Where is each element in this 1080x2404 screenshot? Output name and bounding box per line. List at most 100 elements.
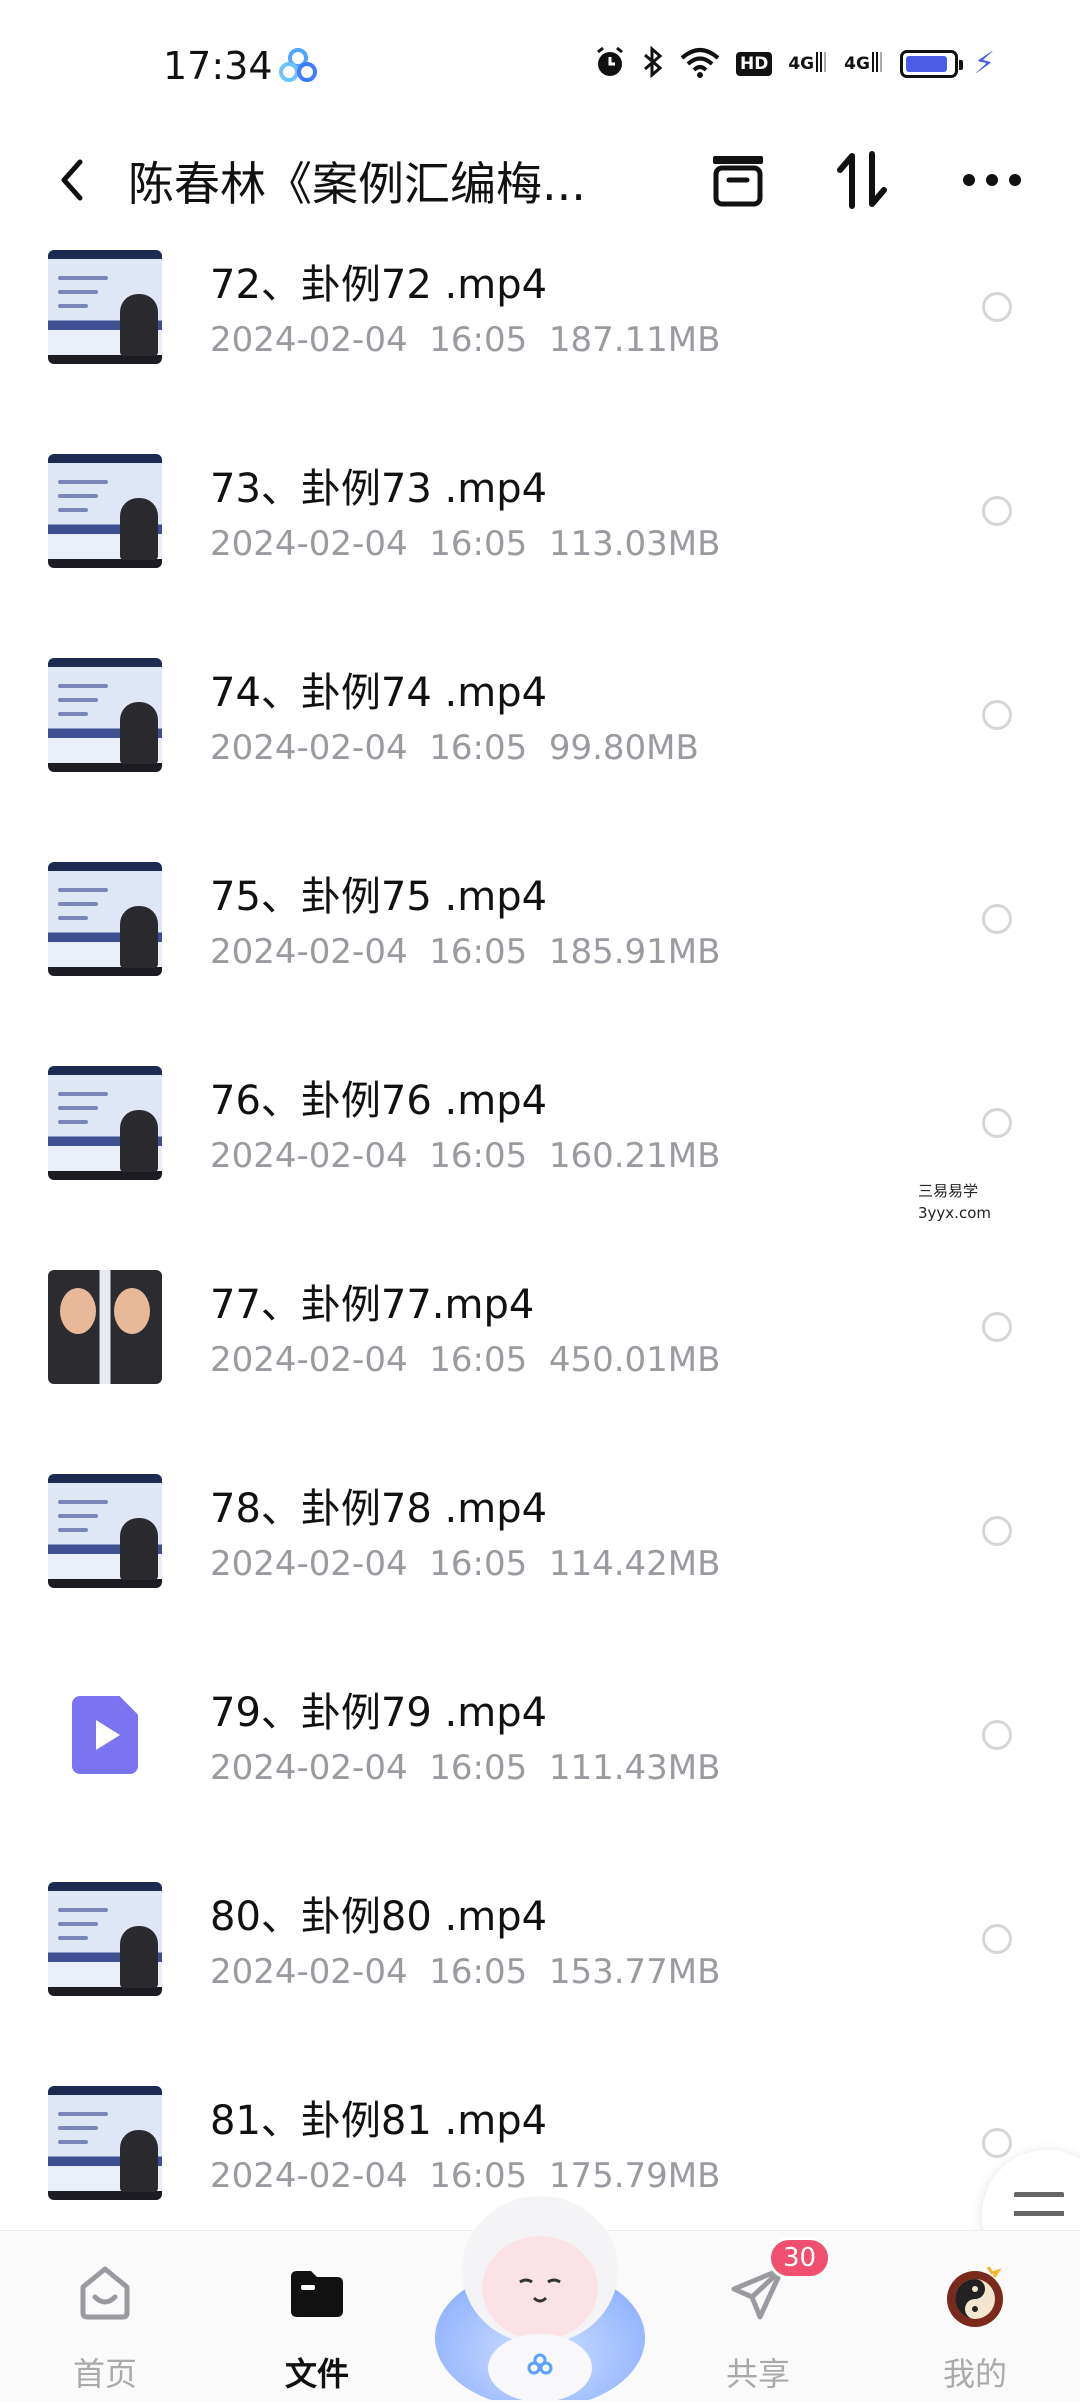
file-time: 16:05 bbox=[429, 1748, 528, 1788]
select-checkbox[interactable] bbox=[982, 292, 1012, 322]
file-name: 76、卦例76 .mp4 bbox=[210, 1078, 548, 1124]
select-checkbox[interactable] bbox=[982, 1312, 1012, 1342]
more-icon bbox=[963, 174, 1021, 186]
thumbnail-presenter bbox=[120, 1926, 158, 1988]
watermark-line1: 三易易学 bbox=[918, 1182, 979, 1200]
file-list[interactable]: 72、卦例72 .mp4 2024-02-04 16:05 187.11MB 73、… bbox=[0, 220, 1080, 2230]
net-label: 4G bbox=[844, 54, 870, 74]
file-time: 16:05 bbox=[429, 1340, 528, 1380]
thumbnail-line bbox=[58, 480, 108, 484]
file-time: 16:05 bbox=[429, 1544, 528, 1584]
thumbnail-presenter bbox=[120, 294, 158, 356]
more-button[interactable] bbox=[960, 148, 1024, 212]
file-date: 2024-02-04 bbox=[210, 1748, 408, 1788]
thumbnail-line bbox=[58, 1908, 108, 1912]
file-name: 72、卦例72 .mp4 bbox=[210, 262, 548, 308]
file-date: 2024-02-04 bbox=[210, 728, 408, 768]
file-row[interactable]: 80、卦例80 .mp4 2024-02-04 16:05 153.77MB bbox=[0, 1802, 1080, 2006]
thumbnail-line bbox=[58, 902, 98, 906]
file-row[interactable]: 74、卦例74 .mp4 2024-02-04 16:05 99.80MB bbox=[0, 578, 1080, 782]
signal-4g-icon: 4G bbox=[788, 52, 829, 74]
nav-files[interactable]: 文件 bbox=[247, 2231, 387, 2401]
file-row[interactable]: 72、卦例72 .mp4 2024-02-04 16:05 187.11MB bbox=[0, 220, 1080, 374]
file-row[interactable]: 78、卦例78 .mp4 2024-02-04 16:05 114.42MB bbox=[0, 1394, 1080, 1598]
thumbnail-line bbox=[58, 304, 88, 308]
file-name: 75、卦例75 .mp4 bbox=[210, 874, 548, 920]
file-row[interactable]: 79、卦例79 .mp4 2024-02-04 16:05 111.43MB bbox=[0, 1598, 1080, 1802]
video-thumbnail bbox=[48, 1270, 162, 1384]
archive-icon bbox=[713, 156, 763, 207]
chevron-left-icon bbox=[61, 159, 83, 201]
thumbnail-presenter bbox=[120, 1518, 158, 1580]
select-checkbox[interactable] bbox=[982, 904, 1012, 934]
thumbnail-line bbox=[58, 276, 108, 280]
select-checkbox[interactable] bbox=[982, 496, 1012, 526]
file-row[interactable]: 75、卦例75 .mp4 2024-02-04 16:05 185.91MB bbox=[0, 782, 1080, 986]
header: 陈春林《案例汇编梅... bbox=[0, 140, 1080, 220]
mascot-icon bbox=[435, 2196, 645, 2404]
thumbnail-face bbox=[60, 1288, 96, 1334]
thumbnail-presenter bbox=[120, 702, 158, 764]
file-row[interactable]: 73、卦例73 .mp4 2024-02-04 16:05 113.03MB bbox=[0, 374, 1080, 578]
file-meta: 2024-02-04 16:05 160.21MB bbox=[210, 1136, 720, 1176]
file-name: 74、卦例74 .mp4 bbox=[210, 670, 548, 716]
file-size: 187.11MB bbox=[548, 320, 721, 360]
nav-share[interactable]: 30 共享 bbox=[688, 2231, 832, 2401]
file-time: 16:05 bbox=[429, 728, 528, 768]
file-size: 113.03MB bbox=[548, 524, 721, 564]
page-title: 陈春林《案例汇编梅... bbox=[128, 157, 586, 211]
select-checkbox[interactable] bbox=[982, 2128, 1012, 2158]
signal-4g-icon: 4G bbox=[844, 52, 884, 74]
select-checkbox[interactable] bbox=[982, 1720, 1012, 1750]
nav-profile[interactable]: 我的 bbox=[905, 2231, 1045, 2401]
file-meta: 2024-02-04 16:05 450.01MB bbox=[210, 1340, 720, 1380]
thumbnail-line bbox=[58, 712, 88, 716]
folder-icon bbox=[291, 2271, 343, 2317]
thumbnail-line bbox=[58, 2112, 108, 2116]
thumbnail-line bbox=[58, 888, 108, 892]
select-checkbox[interactable] bbox=[982, 1516, 1012, 1546]
watermark-line2: 3yyx.com bbox=[918, 1204, 991, 1222]
home-icon bbox=[80, 2266, 130, 2320]
net-label: 4G bbox=[788, 54, 815, 74]
file-meta: 2024-02-04 16:05 187.11MB bbox=[210, 320, 720, 360]
file-date: 2024-02-04 bbox=[210, 2156, 408, 2196]
video-thumbnail bbox=[48, 1066, 162, 1180]
nav-share-label: 共享 bbox=[725, 2355, 790, 2393]
file-name: 77、卦例77.mp4 bbox=[210, 1282, 535, 1328]
thumbnail-line bbox=[58, 1514, 98, 1518]
file-date: 2024-02-04 bbox=[210, 1340, 408, 1380]
select-checkbox[interactable] bbox=[982, 700, 1012, 730]
mascot-assistant-button[interactable] bbox=[430, 2178, 650, 2404]
file-time: 16:05 bbox=[429, 1136, 528, 1176]
thumbnail-line bbox=[58, 2140, 88, 2144]
file-date: 2024-02-04 bbox=[210, 1952, 408, 1992]
sort-button[interactable] bbox=[830, 148, 894, 212]
thumbnail-line bbox=[58, 1120, 88, 1124]
thumbnail-line bbox=[58, 698, 98, 702]
video-thumbnail bbox=[48, 862, 162, 976]
file-date: 2024-02-04 bbox=[210, 524, 408, 564]
app-cloud-icon bbox=[278, 48, 318, 88]
thumbnail-line bbox=[58, 494, 98, 498]
back-button[interactable] bbox=[50, 152, 100, 208]
nav-home[interactable]: 首页 bbox=[35, 2231, 175, 2401]
file-size: 111.43MB bbox=[548, 1748, 721, 1788]
status-bar: 17:34 HD 4G 4G ⚡ bbox=[0, 0, 1080, 140]
video-thumbnail bbox=[48, 454, 162, 568]
file-size: 160.21MB bbox=[548, 1136, 721, 1176]
file-time: 16:05 bbox=[429, 524, 528, 564]
file-row[interactable]: 76、卦例76 .mp4 2024-02-04 16:05 160.21MB bbox=[0, 986, 1080, 1190]
thumbnail-line bbox=[58, 1500, 108, 1504]
file-size: 99.80MB bbox=[548, 728, 699, 768]
file-time: 16:05 bbox=[429, 1952, 528, 1992]
thumbnail-line bbox=[58, 1106, 98, 1110]
avatar-icon bbox=[947, 2266, 1003, 2327]
thumbnail-line bbox=[58, 684, 108, 688]
select-checkbox[interactable] bbox=[982, 1108, 1012, 1138]
video-thumbnail bbox=[48, 2086, 162, 2200]
select-checkbox[interactable] bbox=[982, 1924, 1012, 1954]
archive-button[interactable] bbox=[706, 148, 770, 212]
file-date: 2024-02-04 bbox=[210, 320, 408, 360]
thumbnail-presenter bbox=[120, 2130, 158, 2192]
